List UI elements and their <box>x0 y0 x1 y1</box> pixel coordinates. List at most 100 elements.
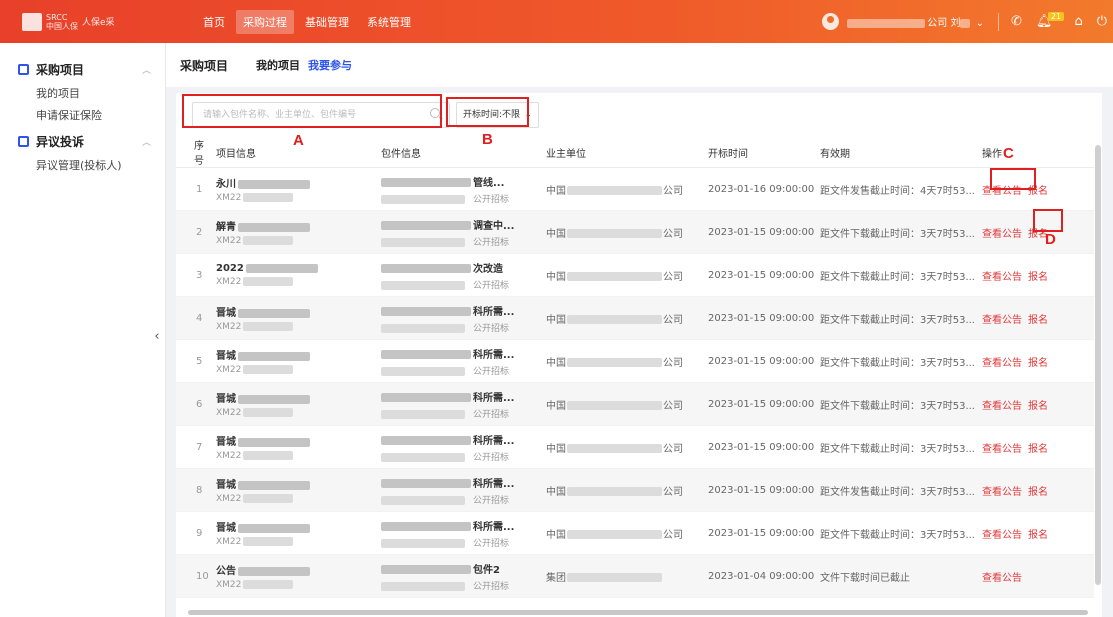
register-link[interactable]: 报名 <box>1028 530 1048 541</box>
owner-unit: 中国 公司 <box>542 210 704 254</box>
col-open-time: 开标时间 <box>704 137 816 168</box>
bell-icon[interactable]: 🔔︎ 21 <box>1036 12 1065 29</box>
owner-suffix: 公司 <box>663 400 683 412</box>
view-notice-link[interactable]: 查看公告 <box>982 530 1022 541</box>
owner-prefix: 中国 <box>546 228 566 240</box>
nav-item-system-mgmt[interactable]: 系统管理 <box>360 10 418 34</box>
view-notice-link[interactable]: 查看公告 <box>982 444 1022 455</box>
project-panel: 请输入包件名称、业主单位、包件编号 开标时间:不限 ⌄ 序号 项目信息 包件信息… <box>176 93 1102 617</box>
table-row: 8 晋城 XM22 科所需... 公开招标 中国 公司 2023-01-15 09:00:00… <box>176 468 1102 512</box>
owner-unit: 中国 公司 <box>542 382 704 426</box>
package-method: 公开招标 <box>473 538 510 549</box>
project-code-redacted <box>243 236 294 245</box>
owner-suffix: 公司 <box>663 228 683 240</box>
project-name-redacted <box>238 351 310 361</box>
package-name-redacted <box>381 307 471 316</box>
validity: 距文件发售截止时间：4天7时53... <box>816 167 978 211</box>
vertical-scrollbar[interactable] <box>1094 137 1102 607</box>
horizontal-scrollbar[interactable] <box>176 607 1102 617</box>
package-name-redacted <box>381 393 471 402</box>
nav-item-home[interactable]: 首页 <box>196 10 232 34</box>
nav-item-procurement[interactable]: 采购过程 <box>236 9 294 34</box>
project-code-redacted <box>243 494 294 503</box>
package-info: 科所需... 公开招标 <box>377 425 542 469</box>
brand-logo[interactable]: SRCC 中国人保 人保e采 <box>0 0 160 43</box>
row-actions: 查看公告 报名 <box>978 425 1102 469</box>
avatar[interactable] <box>822 13 840 30</box>
register-link[interactable]: 报名 <box>1028 272 1048 283</box>
collapse-sidebar-icon[interactable]: ‹ <box>148 325 166 349</box>
package-name: 科所需... <box>473 306 515 318</box>
register-link[interactable]: 报名 <box>1028 487 1048 498</box>
open-time: 2023-01-04 09:00:00 <box>704 554 816 598</box>
tab-participate[interactable]: 我要参与 <box>308 57 352 73</box>
validity: 距文件下载截止时间：3天7时53... <box>816 210 978 254</box>
register-link[interactable]: 报名 <box>1028 358 1048 369</box>
tab-my-projects[interactable]: 我的项目 <box>256 57 300 73</box>
sidebar-item-objection-mgmt[interactable]: 异议管理(投标人) <box>0 155 165 177</box>
scrollbar-thumb[interactable] <box>188 610 1088 615</box>
view-notice-link[interactable]: 查看公告 <box>982 315 1022 326</box>
project-name-redacted <box>238 437 310 447</box>
package-method: 公开招标 <box>473 280 510 291</box>
user-menu[interactable]: 公司 刘 ⌄ <box>847 14 984 29</box>
row-actions: 查看公告 报名 <box>978 296 1102 340</box>
view-notice-link[interactable]: 查看公告 <box>982 401 1022 412</box>
project-name-redacted <box>238 566 310 576</box>
row-no: 2 <box>176 210 212 254</box>
sidebar-item-my-projects[interactable]: 我的项目 <box>0 83 165 105</box>
owner-suffix: 公司 <box>663 185 683 197</box>
register-link[interactable]: 报名 <box>1028 444 1048 455</box>
owner-unit: 集团 <box>542 554 704 598</box>
phone-icon[interactable]: ✆ <box>1011 14 1022 29</box>
table-row: 5 晋城 XM22 科所需... 公开招标 中国 公司 2023-01-15 09:00:00… <box>176 339 1102 383</box>
view-notice-link[interactable]: 查看公告 <box>982 229 1022 240</box>
owner-prefix: 中国 <box>546 185 566 197</box>
sidebar-group-objection[interactable]: 异议投诉 ︿ <box>0 127 165 155</box>
project-name: 2022 <box>216 263 244 274</box>
col-owner: 业主单位 <box>542 137 704 168</box>
scrollbar-thumb[interactable] <box>1095 145 1101 585</box>
logout-icon[interactable]: ⏻ <box>1097 14 1107 29</box>
validity: 文件下载时间已截止 <box>816 554 978 598</box>
sidebar-group-procurement[interactable]: 采购项目 ︿ <box>0 55 165 83</box>
package-method: 公开招标 <box>473 323 510 334</box>
project-code: XM22 <box>216 236 242 246</box>
project-table: 序号 项目信息 包件信息 业主单位 开标时间 有效期 操作 1 永川 XM22 管线.… <box>176 137 1102 598</box>
validity: 距文件下载截止时间：3天7时53... <box>816 339 978 383</box>
view-notice-link[interactable]: 查看公告 <box>982 487 1022 498</box>
open-time: 2023-01-15 09:00:00 <box>704 253 816 297</box>
package-info: 调查中... 公开招标 <box>377 210 542 254</box>
owner-suffix: 公司 <box>663 443 683 455</box>
owner-redacted <box>567 186 662 195</box>
view-notice-link[interactable]: 查看公告 <box>982 358 1022 369</box>
owner-prefix: 中国 <box>546 271 566 283</box>
sidebar: 采购项目 ︿ 我的项目 申请保证保险 异议投诉 ︿ 异议管理(投标人) ‹ <box>0 43 166 617</box>
home-icon[interactable]: ⌂ <box>1074 14 1082 29</box>
view-notice-link[interactable]: 查看公告 <box>982 573 1022 584</box>
nav-item-basic-mgmt[interactable]: 基础管理 <box>298 10 356 34</box>
package-name-redacted <box>381 350 471 359</box>
validity: 距文件下载截止时间：3天7时53... <box>816 511 978 555</box>
package-method: 公开招标 <box>473 581 510 592</box>
owner-redacted <box>567 315 662 324</box>
row-actions: 查看公告 报名 <box>978 511 1102 555</box>
package-info: 包件2 公开招标 <box>377 554 542 598</box>
project-code: XM22 <box>216 365 242 375</box>
project-code-redacted <box>243 580 294 589</box>
owner-unit: 中国 公司 <box>542 253 704 297</box>
owner-redacted <box>567 444 662 453</box>
register-link[interactable]: 报名 <box>1028 315 1048 326</box>
package-method: 公开招标 <box>473 452 510 463</box>
annotation-box-c <box>990 168 1036 190</box>
row-actions: 查看公告 报名 <box>978 468 1102 512</box>
register-link[interactable]: 报名 <box>1028 401 1048 412</box>
owner-unit: 中国 公司 <box>542 511 704 555</box>
document-icon <box>18 135 29 147</box>
table-row: 1 永川 XM22 管线... 公开招标 中国 公司 2023-01-16 09:00:00 距… <box>176 167 1102 211</box>
package-name: 次改造 <box>473 263 503 275</box>
view-notice-link[interactable]: 查看公告 <box>982 272 1022 283</box>
divider <box>998 12 1000 31</box>
sidebar-item-guarantee-insurance[interactable]: 申请保证保险 <box>0 105 165 127</box>
chevron-up-icon: ︿ <box>141 137 151 148</box>
